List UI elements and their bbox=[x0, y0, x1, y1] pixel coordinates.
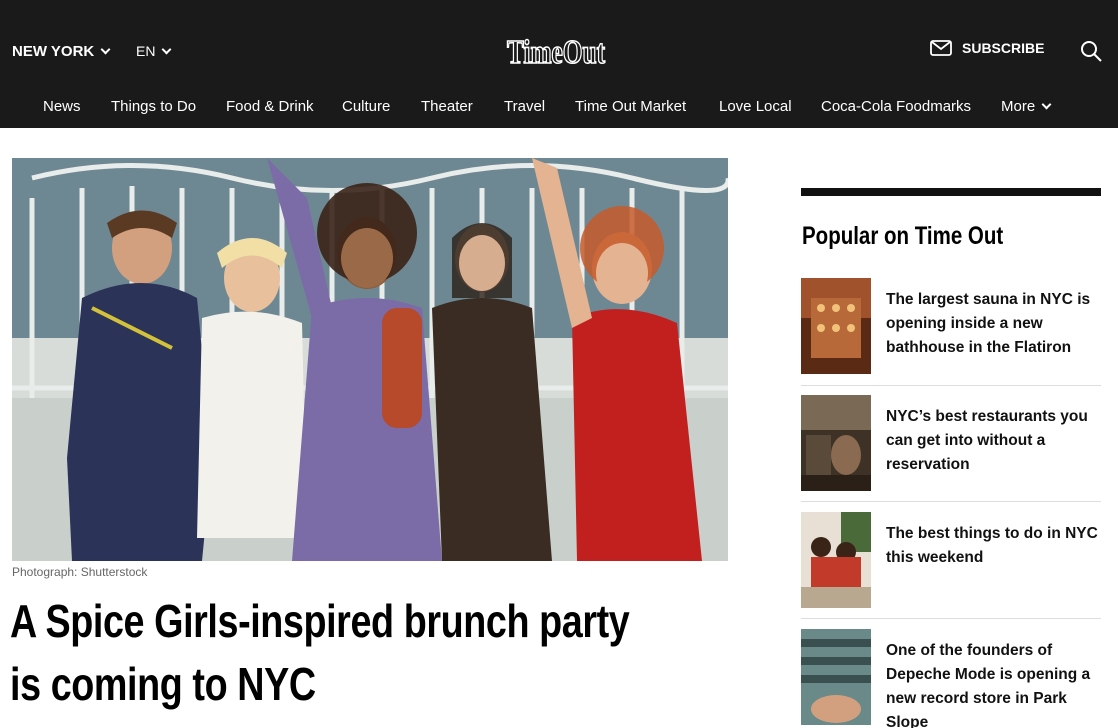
popular-item[interactable]: The largest sauna in NYC is opening insi… bbox=[801, 278, 1101, 374]
nav-item-love-local[interactable]: Love Local bbox=[719, 98, 792, 115]
headline-line-2: is coming to NYC bbox=[10, 658, 316, 710]
city-label: NEW YORK bbox=[12, 43, 95, 60]
headline-line-1: A Spice Girls-inspired brunch party bbox=[10, 595, 630, 647]
popular-item[interactable]: The best things to do in NYC this weeken… bbox=[801, 512, 1101, 608]
hero-photo bbox=[12, 158, 728, 561]
hero-image[interactable] bbox=[12, 158, 728, 561]
timeout-logo[interactable]: TimeOut bbox=[505, 30, 607, 72]
mail-icon bbox=[930, 40, 952, 56]
search-icon[interactable] bbox=[1080, 40, 1102, 62]
chevron-down-icon bbox=[1041, 99, 1052, 110]
popular-item-thumbnail[interactable] bbox=[801, 278, 871, 374]
nav-item-things-to-do[interactable]: Things to Do bbox=[111, 98, 196, 115]
site-header: NEW YORK EN TimeOut SUBSCRIBE News Thing… bbox=[0, 0, 1118, 128]
chevron-down-icon bbox=[100, 44, 111, 55]
weekend-photo bbox=[801, 512, 871, 608]
nav-item-news[interactable]: News bbox=[43, 98, 81, 115]
popular-item[interactable]: NYC’s best restaurants you can get into … bbox=[801, 395, 1101, 491]
article-headline: A Spice Girls-inspired brunch party is c… bbox=[10, 590, 723, 716]
popular-item-thumbnail[interactable] bbox=[801, 395, 871, 491]
nav-item-coca-cola-foodmarks[interactable]: Coca-Cola Foodmarks bbox=[821, 98, 971, 115]
language-selector[interactable]: EN bbox=[136, 43, 172, 59]
popular-item-title[interactable]: One of the founders of Depeche Mode is o… bbox=[886, 639, 1101, 728]
nav-item-culture[interactable]: Culture bbox=[342, 98, 390, 115]
subscribe-button[interactable]: SUBSCRIBE bbox=[930, 40, 1044, 56]
restaurant-photo bbox=[801, 395, 871, 491]
divider bbox=[801, 618, 1101, 619]
city-selector[interactable]: NEW YORK bbox=[12, 43, 111, 60]
main-nav: News Things to Do Food & Drink Culture T… bbox=[0, 94, 1118, 120]
subscribe-label: SUBSCRIBE bbox=[962, 40, 1045, 56]
nav-item-food-drink[interactable]: Food & Drink bbox=[226, 98, 314, 115]
sidebar-title: Popular on Time Out bbox=[802, 222, 1004, 250]
popular-item-thumbnail[interactable] bbox=[801, 629, 871, 725]
language-label: EN bbox=[136, 43, 156, 59]
nav-item-more[interactable]: More bbox=[1001, 98, 1052, 115]
logo-text: TimeOut bbox=[507, 34, 605, 71]
sauna-photo bbox=[801, 278, 871, 374]
popular-item-title[interactable]: The largest sauna in NYC is opening insi… bbox=[886, 288, 1101, 360]
nav-item-time-out-market[interactable]: Time Out Market bbox=[575, 98, 686, 115]
photo-credit: Photograph: Shutterstock bbox=[12, 565, 148, 579]
popular-item-title[interactable]: The best things to do in NYC this weeken… bbox=[886, 522, 1101, 570]
nav-item-theater[interactable]: Theater bbox=[421, 98, 473, 115]
popular-item-thumbnail[interactable] bbox=[801, 512, 871, 608]
popular-item[interactable]: One of the founders of Depeche Mode is o… bbox=[801, 629, 1101, 728]
nav-more-label: More bbox=[1001, 98, 1036, 115]
chevron-down-icon bbox=[162, 44, 172, 54]
popular-item-title[interactable]: NYC’s best restaurants you can get into … bbox=[886, 405, 1101, 477]
sidebar-divider bbox=[801, 188, 1101, 196]
divider bbox=[801, 385, 1101, 386]
record-store-photo bbox=[801, 629, 871, 725]
nav-item-travel[interactable]: Travel bbox=[504, 98, 545, 115]
divider bbox=[801, 501, 1101, 502]
